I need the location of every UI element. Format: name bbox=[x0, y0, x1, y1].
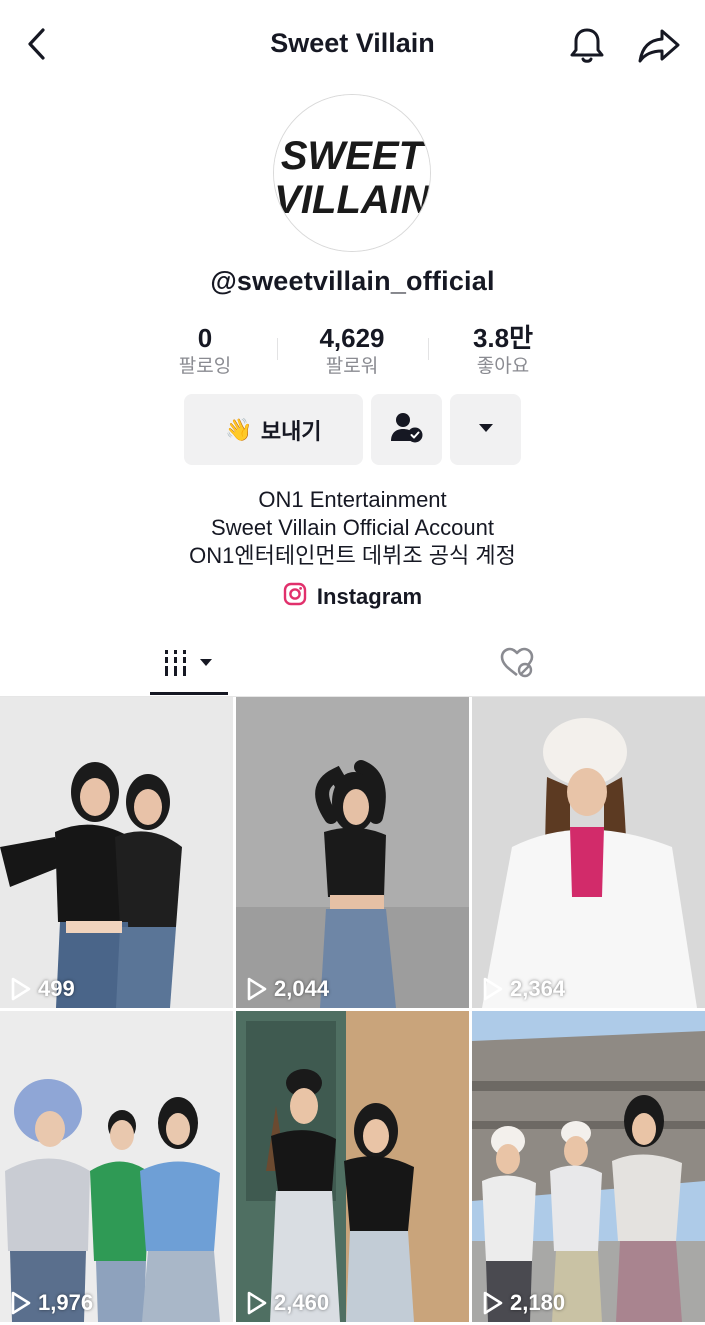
following-status-button[interactable] bbox=[371, 394, 442, 465]
play-icon bbox=[247, 1291, 267, 1315]
play-icon bbox=[247, 977, 267, 1001]
likes-label: 좋아요 bbox=[476, 356, 530, 377]
bio: ON1 Entertainment Sweet Villain Official… bbox=[0, 486, 705, 570]
user-check-icon bbox=[390, 411, 424, 448]
view-count: 2,364 bbox=[482, 976, 565, 1002]
send-message-button[interactable]: 👋 보내기 bbox=[184, 394, 363, 465]
likes-count: 3.8만 bbox=[472, 323, 534, 353]
top-bar: Sweet Villain bbox=[0, 0, 705, 88]
bell-icon[interactable] bbox=[566, 24, 608, 66]
view-count-value: 499 bbox=[38, 976, 75, 1001]
instagram-link[interactable]: Instagram bbox=[0, 582, 705, 612]
view-count-value: 2,044 bbox=[274, 976, 330, 1001]
likes-stat[interactable]: 3.8만 좋아요 bbox=[448, 322, 558, 380]
bio-line: ON1 Entertainment bbox=[258, 487, 447, 512]
play-icon bbox=[483, 1291, 503, 1315]
video-thumbnail-image bbox=[236, 697, 469, 1008]
following-count: 0 bbox=[197, 323, 213, 353]
send-button-label: 보내기 bbox=[260, 418, 322, 444]
video-thumbnail[interactable]: 499 bbox=[0, 697, 233, 1008]
tab-videos[interactable] bbox=[150, 634, 228, 696]
profile-stats: 0 팔로잉 4,629 팔로워 3.8만 좋아요 bbox=[150, 322, 555, 382]
video-thumbnail-image bbox=[0, 1011, 233, 1322]
play-icon bbox=[483, 977, 503, 1001]
video-thumbnail[interactable]: 2,364 bbox=[472, 697, 705, 1008]
view-count: 2,044 bbox=[246, 976, 329, 1002]
view-count: 1,976 bbox=[10, 1290, 93, 1316]
followers-label: 팔로워 bbox=[325, 356, 379, 377]
video-thumbnail[interactable]: 1,976 bbox=[0, 1011, 233, 1322]
instagram-icon bbox=[283, 582, 307, 612]
video-thumbnail[interactable]: 2,180 bbox=[472, 1011, 705, 1322]
grid-bars-icon bbox=[163, 648, 215, 683]
view-count-value: 1,976 bbox=[38, 1290, 94, 1315]
waving-hand-icon: 👋 bbox=[225, 416, 253, 442]
share-arrow-icon[interactable] bbox=[636, 24, 682, 66]
active-tab-indicator bbox=[150, 692, 228, 695]
play-icon bbox=[11, 977, 31, 1001]
video-thumbnail[interactable]: 2,460 bbox=[236, 1011, 469, 1322]
video-thumbnail[interactable]: 2,044 bbox=[236, 697, 469, 1008]
view-count-value: 2,460 bbox=[274, 1290, 330, 1315]
bio-line: ON1엔터테인먼트 데뷔조 공식 계정 bbox=[189, 543, 516, 568]
bio-line: Sweet Villain Official Account bbox=[211, 515, 494, 540]
username: @sweetvillain_official bbox=[210, 266, 495, 296]
avatar[interactable]: SWEET VILLAIN bbox=[273, 94, 431, 252]
caret-down-icon bbox=[477, 421, 495, 439]
tab-liked[interactable] bbox=[478, 634, 556, 696]
following-label: 팔로잉 bbox=[178, 356, 232, 377]
view-count-value: 2,180 bbox=[510, 1290, 566, 1315]
video-thumbnail-image bbox=[472, 697, 705, 1008]
view-count: 2,180 bbox=[482, 1290, 565, 1316]
hidden-heart-icon bbox=[499, 647, 535, 684]
view-count-value: 2,364 bbox=[510, 976, 566, 1001]
instagram-label: Instagram bbox=[316, 584, 423, 609]
view-count: 2,460 bbox=[246, 1290, 329, 1316]
followers-stat[interactable]: 4,629 팔로워 bbox=[297, 322, 407, 380]
stat-divider bbox=[277, 338, 278, 360]
content-tabs bbox=[0, 634, 705, 697]
video-thumbnail-image bbox=[472, 1011, 705, 1322]
following-stat[interactable]: 0 팔로잉 bbox=[150, 322, 260, 380]
more-options-button[interactable] bbox=[450, 394, 521, 465]
video-thumbnail-image bbox=[0, 697, 233, 1008]
view-count: 499 bbox=[10, 976, 75, 1002]
video-thumbnail-image bbox=[236, 1011, 469, 1322]
followers-count: 4,629 bbox=[319, 323, 385, 353]
play-icon bbox=[11, 1291, 31, 1315]
stat-divider bbox=[428, 338, 429, 360]
avatar-logo-line2: VILLAIN bbox=[274, 178, 430, 222]
avatar-logo-line1: SWEET bbox=[281, 134, 427, 178]
